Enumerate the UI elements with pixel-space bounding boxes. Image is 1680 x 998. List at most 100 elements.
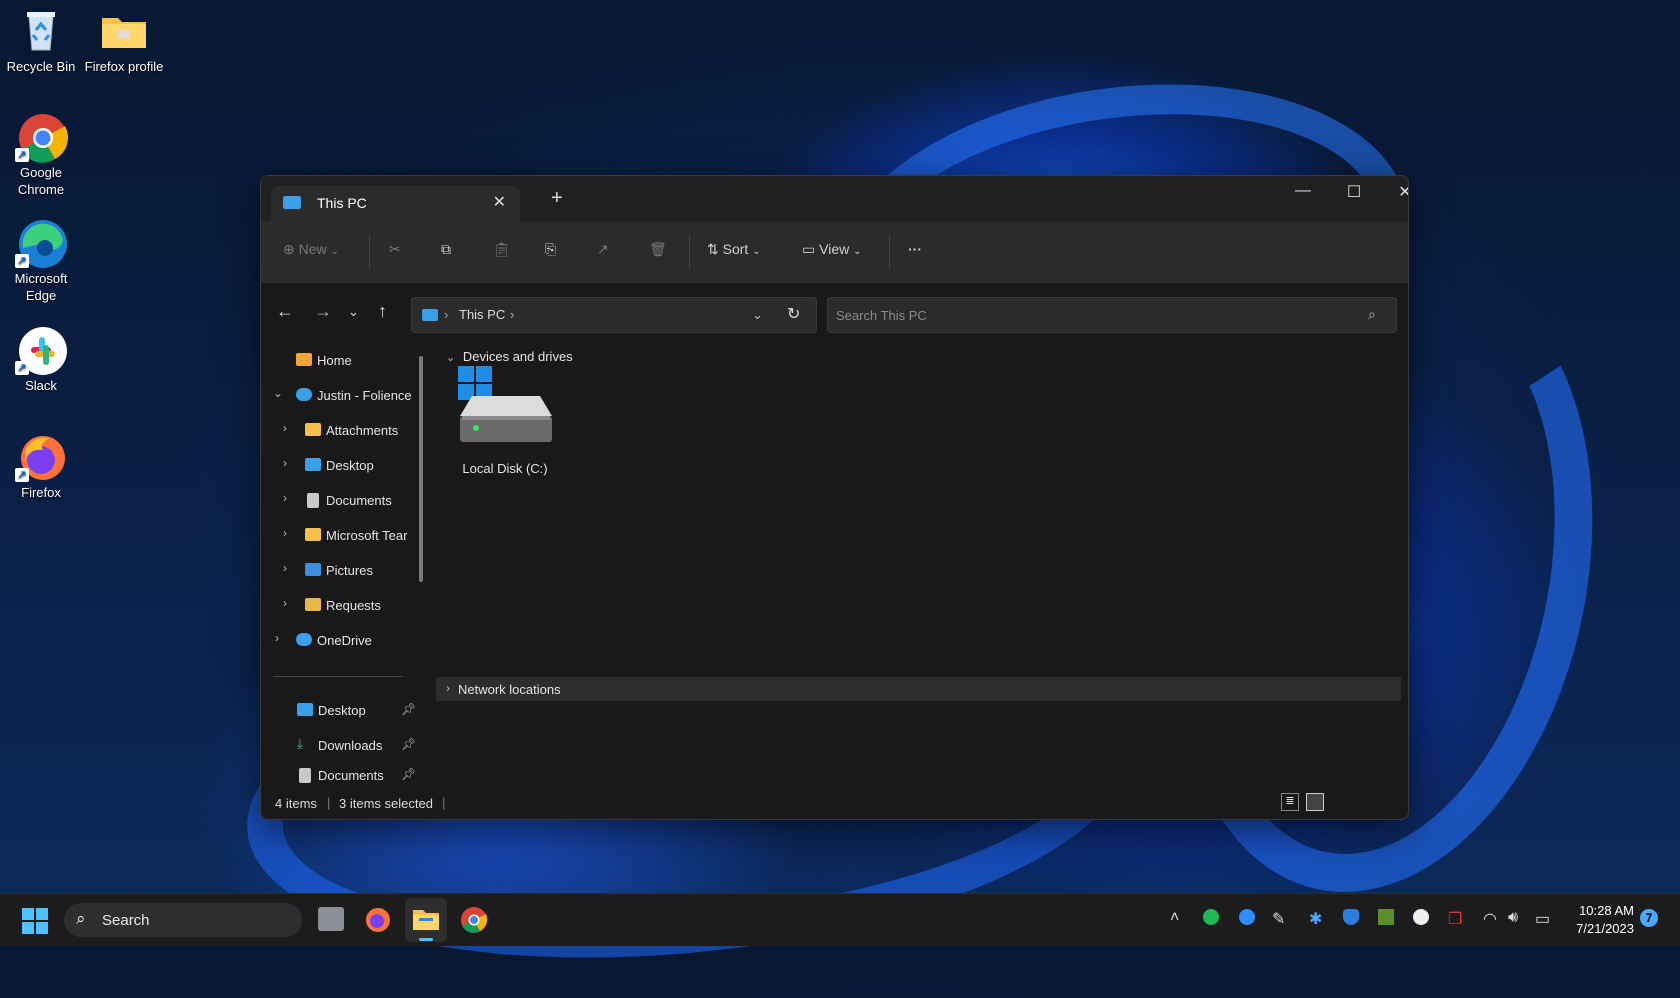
remote-desktop-icon[interactable]: ❐ bbox=[1448, 909, 1462, 929]
tab-label: This PC bbox=[317, 195, 367, 211]
new-button[interactable]: ⊕ New ⌄ bbox=[283, 241, 339, 258]
chevron-down-icon: ⌄ bbox=[330, 246, 339, 257]
show-hidden-icons-chevron-icon[interactable]: ˄ bbox=[1170, 909, 1179, 927]
chevron-right-icon[interactable]: › bbox=[275, 631, 279, 645]
back-arrow-icon[interactable]: ← bbox=[276, 301, 294, 322]
chrome-taskbar-icon[interactable] bbox=[460, 906, 488, 934]
notification-badge[interactable]: 7 bbox=[1640, 909, 1658, 927]
download-icon: ⤓ bbox=[297, 736, 303, 751]
bluetooth-icon[interactable]: ✱ bbox=[1309, 909, 1322, 929]
hard-drive-icon bbox=[458, 366, 552, 442]
spotify-icon[interactable] bbox=[1203, 909, 1219, 925]
chevron-right-icon[interactable]: › bbox=[283, 491, 287, 505]
chevron-right-icon[interactable]: › bbox=[283, 596, 287, 610]
folder-icon bbox=[413, 910, 439, 930]
desktop-icon-label: Firefox bbox=[21, 485, 61, 500]
desktop-icon-firefox[interactable]: ↗ Firefox bbox=[1, 432, 81, 501]
toolbar-divider bbox=[889, 235, 890, 269]
tab-this-pc[interactable]: This PC ✕ bbox=[271, 186, 520, 221]
sidebar-item-pinned-documents[interactable]: Documents 📌︎ bbox=[297, 766, 415, 784]
title-bar: This PC ✕ + — ☐ ✕ bbox=[261, 176, 1408, 221]
pin-icon[interactable]: 📌︎ bbox=[401, 702, 416, 716]
sidebar-scrollbar[interactable] bbox=[419, 356, 423, 582]
cloud-icon bbox=[296, 388, 312, 401]
view-label: View bbox=[819, 241, 850, 257]
cut-icon[interactable]: ✂ bbox=[389, 241, 401, 258]
view-button[interactable]: ▭ View ⌄ bbox=[802, 241, 862, 258]
sidebar-item-label: Pictures bbox=[326, 563, 373, 578]
toolbar-divider bbox=[369, 235, 370, 269]
group-header-devices[interactable]: ⌄ Devices and drives bbox=[446, 349, 573, 364]
sidebar-item-label: Desktop bbox=[326, 458, 374, 473]
sort-button[interactable]: ⇅ Sort ⌄ bbox=[707, 241, 761, 258]
new-tab-button[interactable]: + bbox=[551, 187, 563, 210]
chevron-right-icon[interactable]: › bbox=[283, 421, 287, 435]
sidebar-item-label: Documents bbox=[318, 768, 384, 783]
breadcrumb-chevron-icon[interactable]: › bbox=[510, 307, 514, 322]
firefox-taskbar-icon[interactable] bbox=[364, 906, 392, 934]
close-window-button[interactable]: ✕ bbox=[1380, 182, 1408, 202]
content-pane: ⌄ Devices and drives Local Disk (C:) › N… bbox=[436, 344, 1408, 784]
breadcrumb-chevron-icon[interactable]: › bbox=[444, 307, 448, 322]
chevron-down-icon: ⌄ bbox=[446, 352, 456, 364]
minimize-button[interactable]: — bbox=[1278, 182, 1328, 200]
status-bar: 4 items | 3 items selected | ≣ bbox=[261, 787, 1408, 819]
see-more-button[interactable]: ··· bbox=[908, 241, 922, 257]
sidebar-item-pinned-downloads[interactable]: ⤓ Downloads 📌︎ bbox=[297, 731, 416, 761]
wifi-icon[interactable]: ◠ bbox=[1483, 909, 1497, 929]
taskbar-search-input[interactable] bbox=[64, 903, 302, 937]
sidebar-item-pinned-desktop[interactable]: Desktop 📌︎ bbox=[297, 696, 416, 726]
command-bar: ⊕ New ⌄ ✂ ⧉ 📋︎ ⎘ ↗ 🗑︎ ⇅ Sort ⌄ ▭ View ⌄ … bbox=[261, 221, 1408, 284]
sidebar-item-microsoft-teams[interactable]: › Microsoft Tear bbox=[283, 521, 419, 551]
start-button[interactable] bbox=[22, 908, 48, 934]
chevron-right-icon[interactable]: › bbox=[283, 526, 287, 540]
details-view-icon[interactable]: ≣ bbox=[1281, 793, 1299, 811]
refresh-icon[interactable]: ↻ bbox=[787, 304, 800, 324]
battery-icon[interactable]: ▭ bbox=[1535, 909, 1550, 929]
chevron-right-icon[interactable]: › bbox=[283, 561, 287, 575]
clock[interactable]: 10:28 AM 7/21/2023 bbox=[1566, 902, 1634, 938]
desktop-icon-recycle-bin[interactable]: Recycle Bin bbox=[1, 6, 81, 75]
pin-icon[interactable]: 📌︎ bbox=[401, 737, 416, 751]
delete-icon[interactable]: 🗑︎ bbox=[649, 241, 667, 258]
firefox-icon: ↗ bbox=[15, 432, 65, 482]
close-tab-icon[interactable]: ✕ bbox=[493, 192, 506, 212]
maximize-button[interactable]: ☐ bbox=[1329, 182, 1379, 202]
up-arrow-icon[interactable]: ↑ bbox=[378, 301, 387, 322]
security-shield-icon[interactable] bbox=[1343, 909, 1359, 925]
share-icon[interactable]: ↗ bbox=[597, 241, 609, 258]
recent-locations-chevron-icon[interactable]: ⌄ bbox=[348, 304, 359, 320]
copy-icon[interactable]: ⧉ bbox=[441, 241, 451, 258]
search-input[interactable] bbox=[827, 297, 1397, 333]
tools-icon[interactable]: ✎ bbox=[1272, 909, 1285, 929]
paste-icon[interactable]: 📋︎ bbox=[493, 241, 511, 258]
desktop-icon-label: Recycle Bin bbox=[6, 59, 76, 74]
record-icon[interactable] bbox=[1413, 909, 1429, 925]
gpu-icon[interactable] bbox=[1378, 909, 1394, 925]
desktop-icon-google-chrome[interactable]: ↗ Google Chrome bbox=[1, 112, 81, 198]
group-header-network[interactable]: › Network locations bbox=[436, 677, 1401, 701]
breadcrumb-this-pc[interactable]: This PC bbox=[459, 307, 505, 322]
desktop-folder-icon bbox=[297, 703, 313, 716]
tiles-view-icon[interactable] bbox=[1306, 793, 1324, 811]
task-view-icon[interactable] bbox=[318, 907, 344, 931]
zoom-icon[interactable] bbox=[1239, 909, 1255, 925]
chevron-down-icon: ⌄ bbox=[752, 246, 761, 257]
file-explorer-taskbar-button[interactable] bbox=[405, 898, 447, 942]
volume-icon[interactable]: 🔊︎ bbox=[1508, 909, 1518, 927]
file-explorer-window: This PC ✕ + — ☐ ✕ ⊕ New ⌄ ✂ ⧉ 📋︎ ⎘ ↗ 🗑︎ … bbox=[260, 175, 1409, 820]
pin-icon[interactable]: 📌︎ bbox=[401, 767, 415, 781]
desktop-icon-slack[interactable]: ↗ Slack bbox=[1, 325, 81, 394]
address-history-chevron-icon[interactable]: ⌄ bbox=[752, 307, 763, 323]
desktop-icon-firefox-profile[interactable]: Firefox profile bbox=[84, 6, 164, 75]
group-title: Devices and drives bbox=[462, 349, 573, 364]
address-bar[interactable]: › This PC › ⌄ ↻ bbox=[411, 297, 817, 333]
desktop-icon-microsoft-edge[interactable]: ↗ Microsoft Edge bbox=[1, 218, 81, 304]
drive-local-disk-c[interactable]: Local Disk (C:) bbox=[458, 366, 552, 476]
chevron-down-icon[interactable]: ⌄ bbox=[273, 386, 283, 400]
forward-arrow-icon[interactable]: → bbox=[314, 301, 332, 322]
selection-count: 3 items selected bbox=[339, 796, 433, 811]
monitor-icon bbox=[422, 309, 438, 321]
chevron-right-icon[interactable]: › bbox=[283, 456, 287, 470]
rename-icon[interactable]: ⎘ bbox=[545, 241, 556, 258]
